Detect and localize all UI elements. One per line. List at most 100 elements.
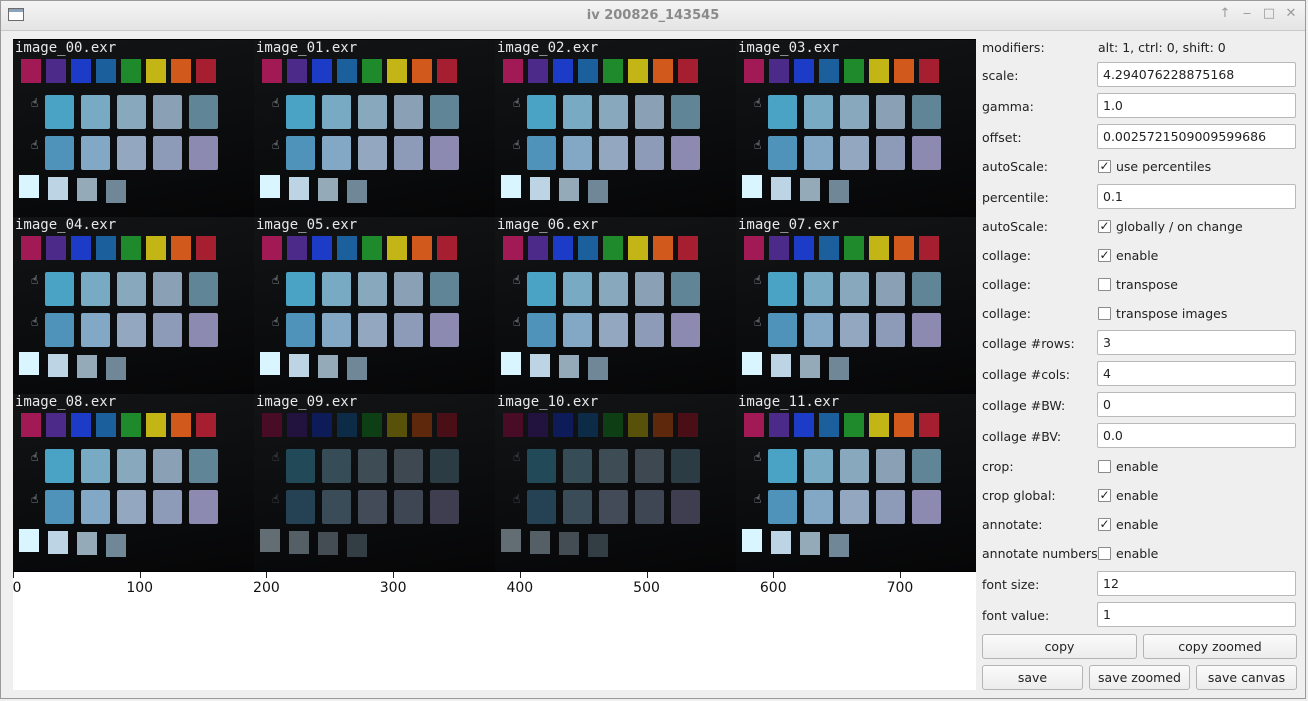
annotate-enable-label[interactable]: enable xyxy=(1116,517,1158,532)
white-patch xyxy=(530,530,550,554)
hand-icon: ☝ xyxy=(272,315,280,329)
save-canvas-button[interactable]: save canvas xyxy=(1196,665,1297,690)
color-swatch xyxy=(627,236,648,260)
white-patch xyxy=(77,532,97,555)
title-bar[interactable]: iv 200826_143545 ↑ ‒ □ ✕ xyxy=(1,1,1305,31)
minimize-icon[interactable]: ‒ xyxy=(1240,7,1254,21)
color-patch xyxy=(153,272,182,306)
color-swatch xyxy=(386,59,407,83)
copy-zoomed-button[interactable]: copy zoomed xyxy=(1143,634,1297,659)
color-swatch xyxy=(336,59,357,83)
crop-global-checkbox[interactable]: ✓ xyxy=(1098,489,1111,502)
save-zoomed-button[interactable]: save zoomed xyxy=(1089,665,1190,690)
collage-rows-input[interactable]: 3 xyxy=(1097,330,1296,355)
collage-enable-checkbox[interactable]: ✓ xyxy=(1098,249,1111,262)
use-percentiles-checkbox[interactable]: ✓ xyxy=(1098,160,1111,173)
color-patch xyxy=(840,313,869,347)
color-swatch xyxy=(577,59,598,83)
white-patch xyxy=(501,175,521,198)
color-swatch xyxy=(286,413,307,437)
color-patch xyxy=(768,272,797,306)
color-patch xyxy=(153,490,182,524)
collage-bv-input[interactable]: 0.0 xyxy=(1097,423,1296,448)
color-patch xyxy=(117,95,146,129)
save-button[interactable]: save xyxy=(982,665,1083,690)
color-patch xyxy=(804,136,833,170)
keep-above-icon[interactable]: ↑ xyxy=(1218,7,1232,21)
collage-cols-input[interactable]: 4 xyxy=(1097,361,1296,386)
color-patch xyxy=(81,490,110,524)
collage-tile: ☝ ☝ image_09.exr xyxy=(254,394,495,571)
hand-icon: ☝ xyxy=(754,492,762,506)
gamma-input[interactable]: 1.0 xyxy=(1097,93,1296,118)
color-patch xyxy=(81,95,110,129)
transpose-images-checkbox[interactable] xyxy=(1098,307,1111,320)
color-patch xyxy=(322,449,351,483)
axis-tick-label: 300 xyxy=(379,580,407,596)
color-patch xyxy=(840,490,869,524)
color-swatch xyxy=(286,59,307,83)
white-patch xyxy=(48,353,68,377)
image-canvas[interactable]: ☝ ☝ image_00.exr ☝ ☝ image_01.exr ☝ ☝ image_02.e… xyxy=(13,39,976,690)
percentile-input[interactable]: 0.1 xyxy=(1097,184,1296,209)
annotate-numbers-label: annotate numbers: xyxy=(982,546,1102,561)
white-patch xyxy=(19,175,39,198)
annotate-checkbox[interactable]: ✓ xyxy=(1098,518,1111,531)
color-swatch xyxy=(336,413,357,437)
color-patch xyxy=(840,449,869,483)
crop-checkbox[interactable] xyxy=(1098,460,1111,473)
close-icon[interactable]: ✕ xyxy=(1284,7,1298,21)
image-collage[interactable]: ☝ ☝ image_00.exr ☝ ☝ image_01.exr ☝ ☝ image_02.e… xyxy=(13,39,976,572)
white-patch xyxy=(106,179,126,203)
tile-filename-label: image_10.exr xyxy=(497,394,599,410)
transpose-label[interactable]: transpose xyxy=(1116,277,1178,292)
globally-label[interactable]: globally / on change xyxy=(1116,219,1243,234)
color-swatch xyxy=(262,236,282,260)
tile-filename-label: image_01.exr xyxy=(256,40,358,56)
crop-global-enable-label[interactable]: enable xyxy=(1116,488,1158,503)
copy-button[interactable]: copy xyxy=(982,634,1137,659)
collage-enable-label[interactable]: enable xyxy=(1116,248,1158,263)
globally-checkbox[interactable]: ✓ xyxy=(1098,220,1111,233)
transpose-checkbox[interactable] xyxy=(1098,278,1111,291)
maximize-icon[interactable]: □ xyxy=(1262,7,1276,21)
collage-label: collage: xyxy=(982,248,1031,263)
collage-bw-input[interactable]: 0 xyxy=(1097,392,1296,417)
color-patch xyxy=(45,449,74,483)
hand-icon: ☝ xyxy=(513,96,521,110)
color-swatch xyxy=(195,236,216,260)
color-swatch xyxy=(577,236,598,260)
font-value-input[interactable]: 1 xyxy=(1097,602,1296,627)
color-patch xyxy=(45,272,74,306)
crop-global-label: crop global: xyxy=(982,488,1056,503)
white-patch xyxy=(106,356,126,380)
color-patch xyxy=(430,490,459,524)
transpose-images-label[interactable]: transpose images xyxy=(1116,306,1227,321)
offset-input[interactable]: 0.0025721509009599686 xyxy=(1097,124,1296,149)
hand-icon: ☝ xyxy=(31,450,39,464)
scale-input[interactable]: 4.294076228875168 xyxy=(1097,62,1296,87)
main-window: iv 200826_143545 ↑ ‒ □ ✕ ☝ ☝ image_00.exr ☝… xyxy=(0,0,1306,699)
color-patch xyxy=(563,449,592,483)
color-swatch xyxy=(602,59,623,83)
use-percentiles-label[interactable]: use percentiles xyxy=(1116,159,1211,174)
color-swatch xyxy=(843,236,864,260)
font-size-input[interactable]: 12 xyxy=(1097,571,1296,596)
color-patch xyxy=(599,272,628,306)
hand-icon: ☝ xyxy=(31,138,39,152)
color-swatch xyxy=(503,236,523,260)
font-value-label: font value: xyxy=(982,608,1050,623)
crop-enable-label[interactable]: enable xyxy=(1116,459,1158,474)
color-swatch xyxy=(627,59,648,83)
annotate-numbers-checkbox[interactable] xyxy=(1098,547,1111,560)
annotate-numbers-enable-label[interactable]: enable xyxy=(1116,546,1158,561)
color-swatch xyxy=(120,413,141,437)
color-patch xyxy=(430,272,459,306)
tile-filename-label: image_07.exr xyxy=(738,217,840,233)
color-swatch xyxy=(436,413,457,437)
white-patch xyxy=(19,352,39,375)
color-patch xyxy=(286,272,315,306)
color-patch xyxy=(599,136,628,170)
annotate-label: annotate: xyxy=(982,517,1043,532)
color-patch xyxy=(394,136,423,170)
